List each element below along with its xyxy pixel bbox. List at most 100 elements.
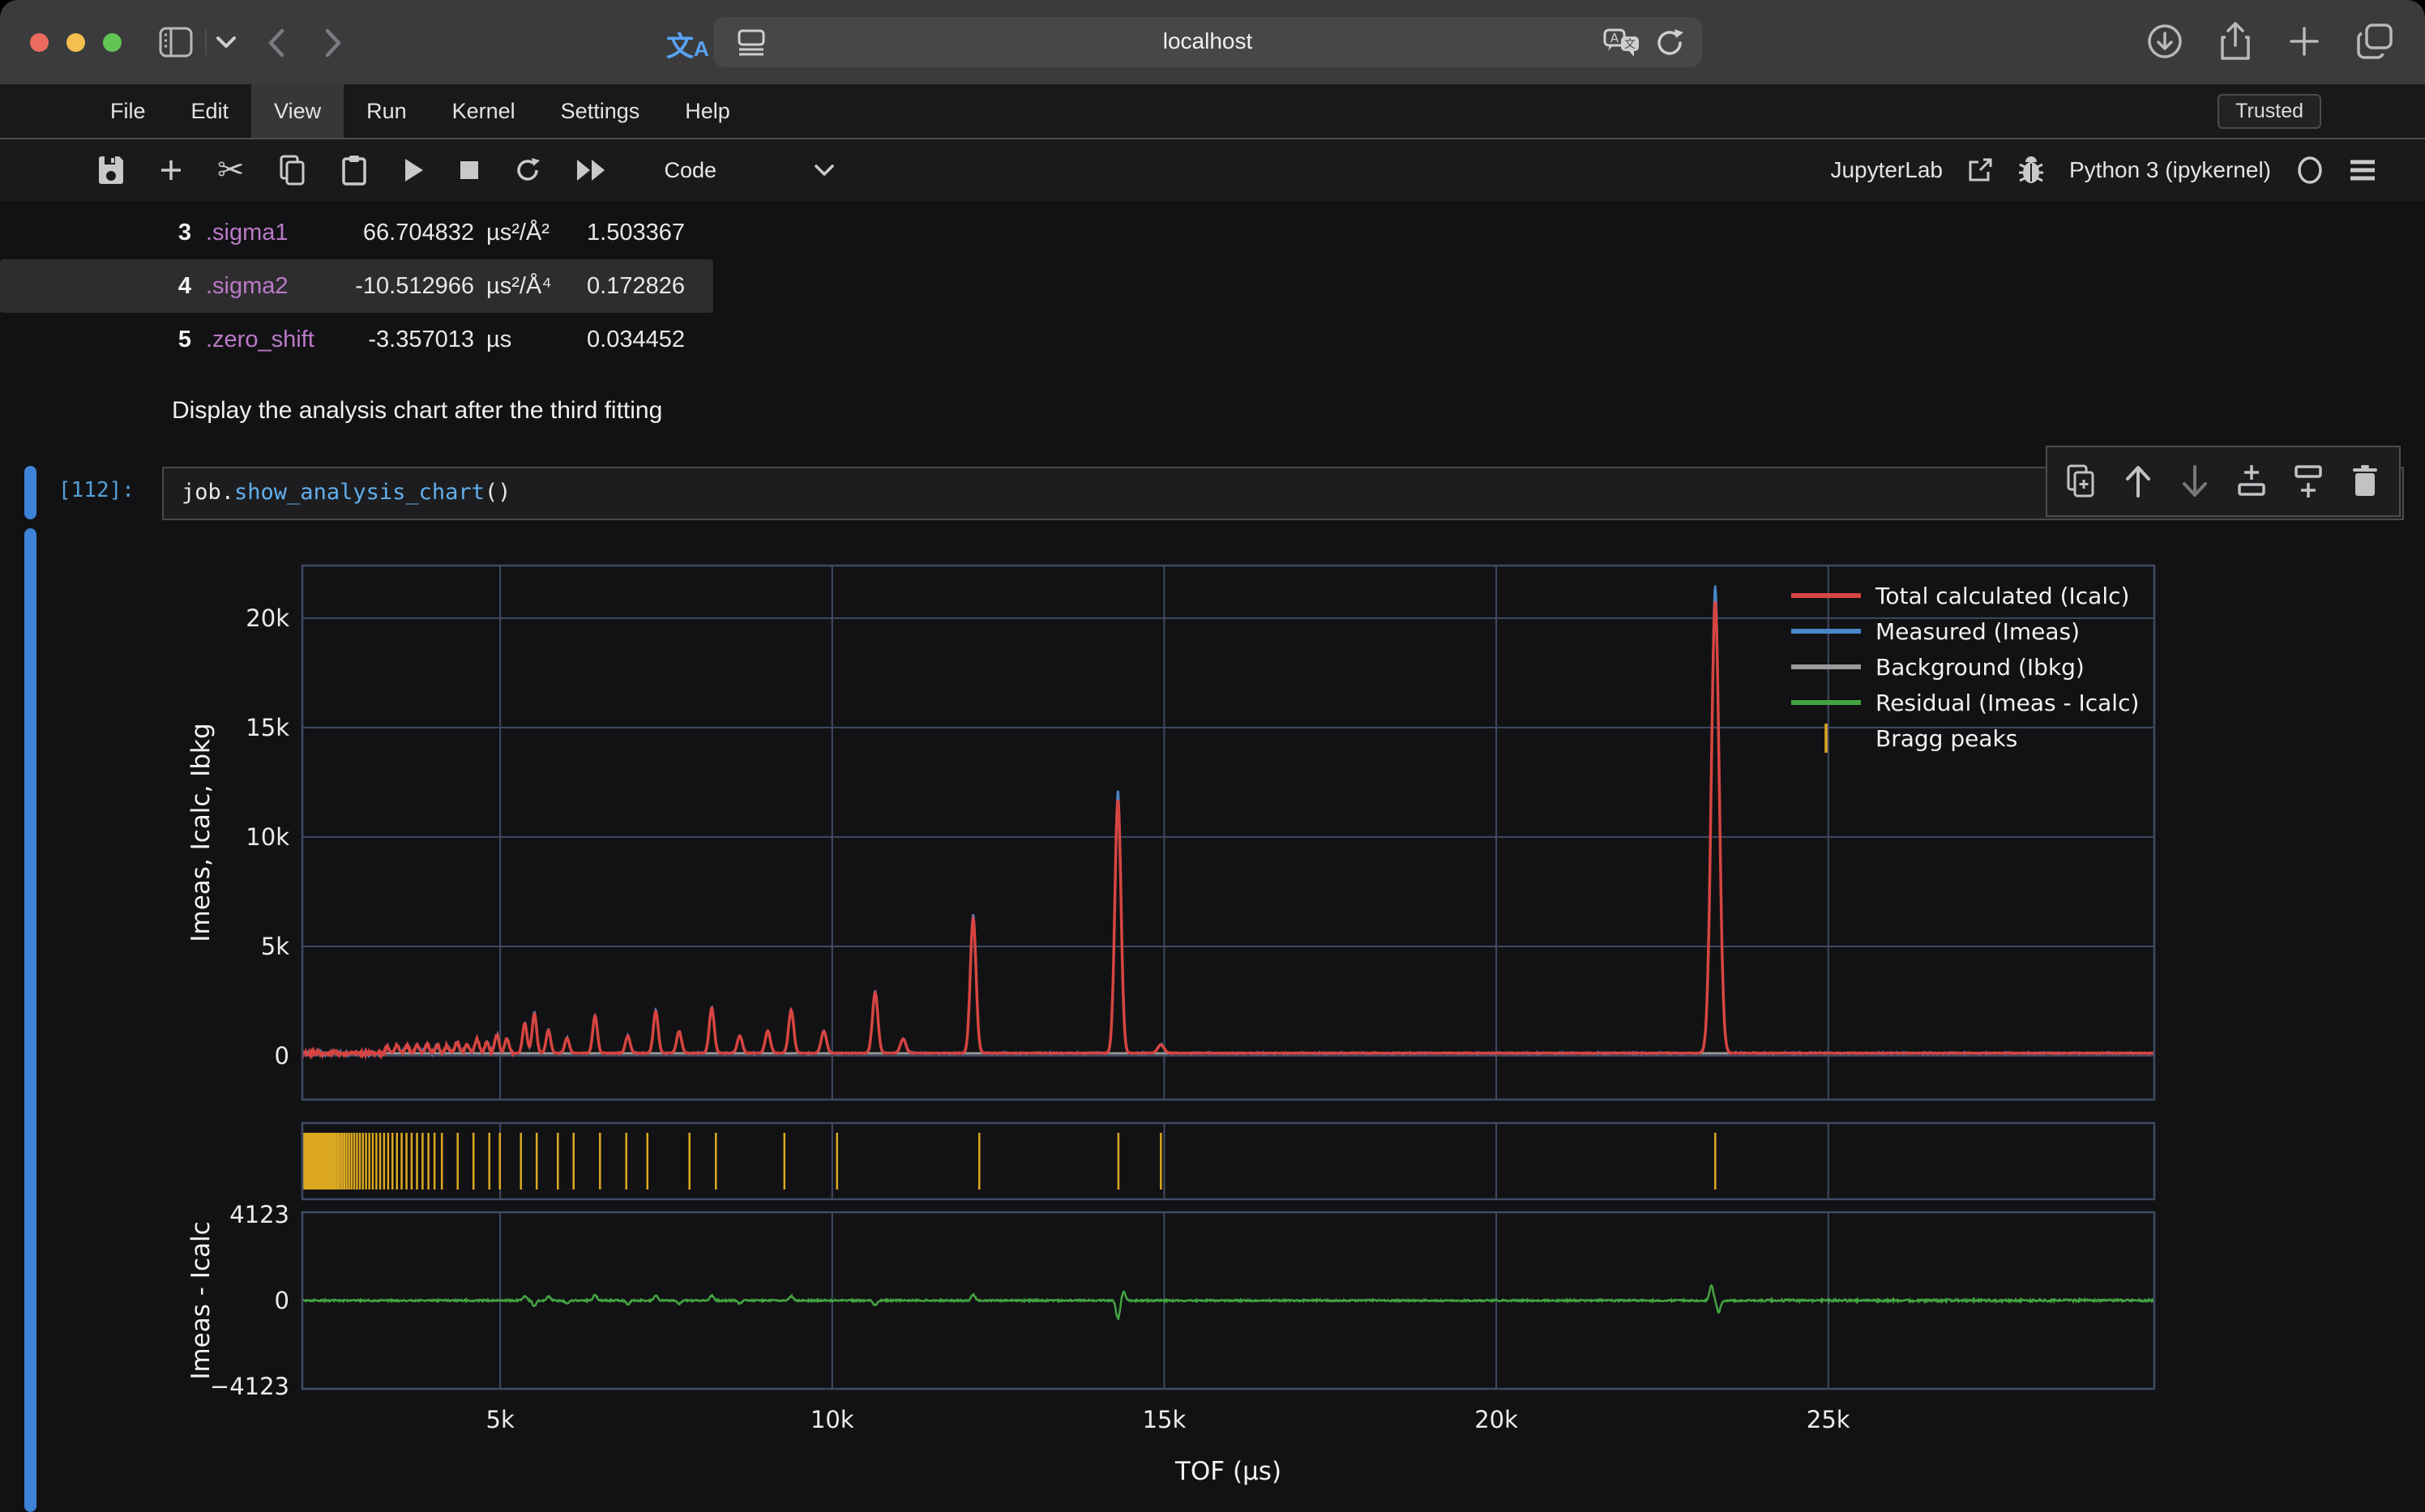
main-y-tick: 15k <box>246 714 289 741</box>
kernel-name[interactable]: Python 3 (ipykernel) <box>2069 157 2271 183</box>
chevron-down-icon[interactable] <box>216 35 237 53</box>
trusted-badge[interactable]: Trusted <box>2218 94 2321 129</box>
url-text: localhost <box>713 28 1702 54</box>
browser-titlebar: 文A localhost A文 <box>0 0 2425 84</box>
svg-text:A: A <box>1610 31 1619 45</box>
zoom-window-button[interactable] <box>103 33 122 52</box>
table-cell-pname: .sigma2 <box>206 273 289 300</box>
main-y-axis-label: Imeas, Icalc, Ibkg <box>186 723 216 942</box>
markdown-cell-text: Display the analysis chart after the thi… <box>172 397 662 425</box>
jupyterlab-link[interactable]: JupyterLab <box>1830 157 1943 183</box>
cell-toolbar <box>2046 446 2401 517</box>
series-residual <box>302 1286 2154 1319</box>
share-icon[interactable] <box>2218 21 2253 62</box>
reload-icon[interactable] <box>1653 27 1686 63</box>
table-cell-pname: .zero_shift <box>206 327 314 353</box>
restart-run-all-icon[interactable] <box>575 158 608 182</box>
menu-item-settings[interactable]: Settings <box>538 84 663 138</box>
menu-item-kernel[interactable]: Kernel <box>430 84 538 138</box>
cell-type-dropdown[interactable]: Code <box>665 158 836 183</box>
browser-window: 文A localhost A文 <box>0 0 2425 1512</box>
table-cell-pval: -10.512966 <box>308 273 474 300</box>
kernel-status-icon[interactable] <box>2295 156 2324 185</box>
residual-y-tick: 0 <box>275 1287 289 1314</box>
legend-entry: Residual (Imeas - Icalc) <box>1875 690 2139 716</box>
residual-y-axis-label: Imeas - Icalc <box>186 1221 216 1379</box>
titlebar-divider <box>205 29 207 55</box>
move-cell-down-button[interactable] <box>2177 457 2213 506</box>
duplicate-cell-button[interactable] <box>2064 457 2099 506</box>
table-row[interactable]: 5.zero_shift-3.357013µs0.034452 <box>0 313 713 366</box>
x-tick: 5k <box>486 1406 515 1433</box>
run-cell-icon[interactable] <box>402 157 425 183</box>
legend-entry: Measured (Imeas) <box>1875 618 2080 645</box>
save-icon[interactable] <box>97 156 125 185</box>
x-tick: 10k <box>810 1406 854 1433</box>
close-window-button[interactable] <box>30 33 49 52</box>
downloads-icon[interactable] <box>2146 23 2183 60</box>
url-bar[interactable]: localhost A文 <box>713 17 1702 67</box>
cell-type-value: Code <box>665 158 717 183</box>
analysis-chart-svg: 0 5k 10k 15k 20k 4123 0 −4123 5k 10k 15k 20k 25k TOF … <box>0 525 2425 1512</box>
input-collapser[interactable] <box>24 466 36 519</box>
menu-item-file[interactable]: File <box>88 84 169 138</box>
sidebar-toggle-icon[interactable] <box>159 27 193 62</box>
restart-kernel-icon[interactable] <box>514 156 541 184</box>
x-tick: 15k <box>1143 1406 1187 1433</box>
table-cell-pidx: 5 <box>162 327 191 353</box>
forward-button-icon[interactable] <box>323 27 345 63</box>
menu-item-edit[interactable]: Edit <box>169 84 252 138</box>
table-cell-pval: -3.357013 <box>308 327 474 353</box>
chevron-down-icon <box>814 164 835 177</box>
hamburger-menu-icon[interactable] <box>2349 158 2376 182</box>
legend-entry: Bragg peaks <box>1875 725 2017 752</box>
x-axis-label: TOF (µs) <box>1174 1457 1281 1486</box>
translate-page-icon[interactable]: A文 <box>1603 27 1642 63</box>
code-text: job.show_analysis_chart() <box>182 480 511 505</box>
copy-cell-icon[interactable] <box>279 154 306 186</box>
x-tick: 25k <box>1807 1406 1850 1433</box>
minimize-window-button[interactable] <box>66 33 85 52</box>
menu-item-view[interactable]: View <box>251 84 344 138</box>
table-cell-punits: µs²/Å² <box>486 220 550 246</box>
table-row[interactable]: 3.sigma166.704832µs²/Å²1.503367 <box>0 206 713 259</box>
menu-item-help[interactable]: Help <box>662 84 753 138</box>
new-tab-icon[interactable] <box>2287 24 2321 58</box>
main-y-tick: 0 <box>275 1042 289 1070</box>
stop-kernel-icon[interactable] <box>459 160 480 181</box>
table-row[interactable]: 4.sigma2-10.512966µs²/Å⁴0.172826 <box>0 259 713 313</box>
notebook-panel: 3.sigma166.704832µs²/Å²1.5033674.sigma2-… <box>0 201 2425 1512</box>
notebook-toolbar: ✂ Code JupyterL <box>0 139 2425 203</box>
external-link-icon[interactable] <box>1967 157 1993 183</box>
menu-item-run[interactable]: Run <box>344 84 430 138</box>
table-cell-perr: 1.503367 <box>559 220 685 246</box>
legend-entry: Background (Ibkg) <box>1875 654 2085 681</box>
main-y-tick: 20k <box>246 604 289 632</box>
residual-y-tick: 4123 <box>229 1201 289 1228</box>
debugger-icon[interactable] <box>2017 156 2045 185</box>
add-cell-icon[interactable] <box>159 158 183 182</box>
back-button-icon[interactable] <box>264 27 287 63</box>
execution-count: [112]: <box>58 478 154 502</box>
table-cell-pidx: 4 <box>162 273 191 300</box>
menu-items: FileEditViewRunKernelSettingsHelp <box>88 84 753 138</box>
insert-cell-below-button[interactable] <box>2290 457 2326 506</box>
main-y-tick: 10k <box>246 823 289 851</box>
cut-cell-icon[interactable]: ✂ <box>217 152 245 189</box>
residual-y-tick: −4123 <box>210 1373 289 1400</box>
delete-cell-button[interactable] <box>2347 457 2383 506</box>
fit-parameters-table: 3.sigma166.704832µs²/Å²1.5033674.sigma2-… <box>0 206 713 366</box>
analysis-chart-output: 0 5k 10k 15k 20k 4123 0 −4123 5k 10k 15k 20k 25k TOF … <box>0 525 2425 1512</box>
tab-overview-icon[interactable] <box>2355 22 2396 61</box>
paste-cell-icon[interactable] <box>340 154 368 186</box>
insert-cell-above-button[interactable] <box>2234 457 2269 506</box>
svg-text:文: 文 <box>1624 38 1636 51</box>
bragg-peak-ticks <box>302 1133 1715 1190</box>
table-cell-punits: µs²/Å⁴ <box>486 273 552 300</box>
x-tick: 20k <box>1474 1406 1518 1433</box>
translate-icon[interactable]: 文A <box>666 24 709 64</box>
main-y-tick: 5k <box>261 933 289 960</box>
move-cell-up-button[interactable] <box>2120 457 2156 506</box>
table-cell-pidx: 3 <box>162 220 191 246</box>
table-cell-pval: 66.704832 <box>308 220 474 246</box>
